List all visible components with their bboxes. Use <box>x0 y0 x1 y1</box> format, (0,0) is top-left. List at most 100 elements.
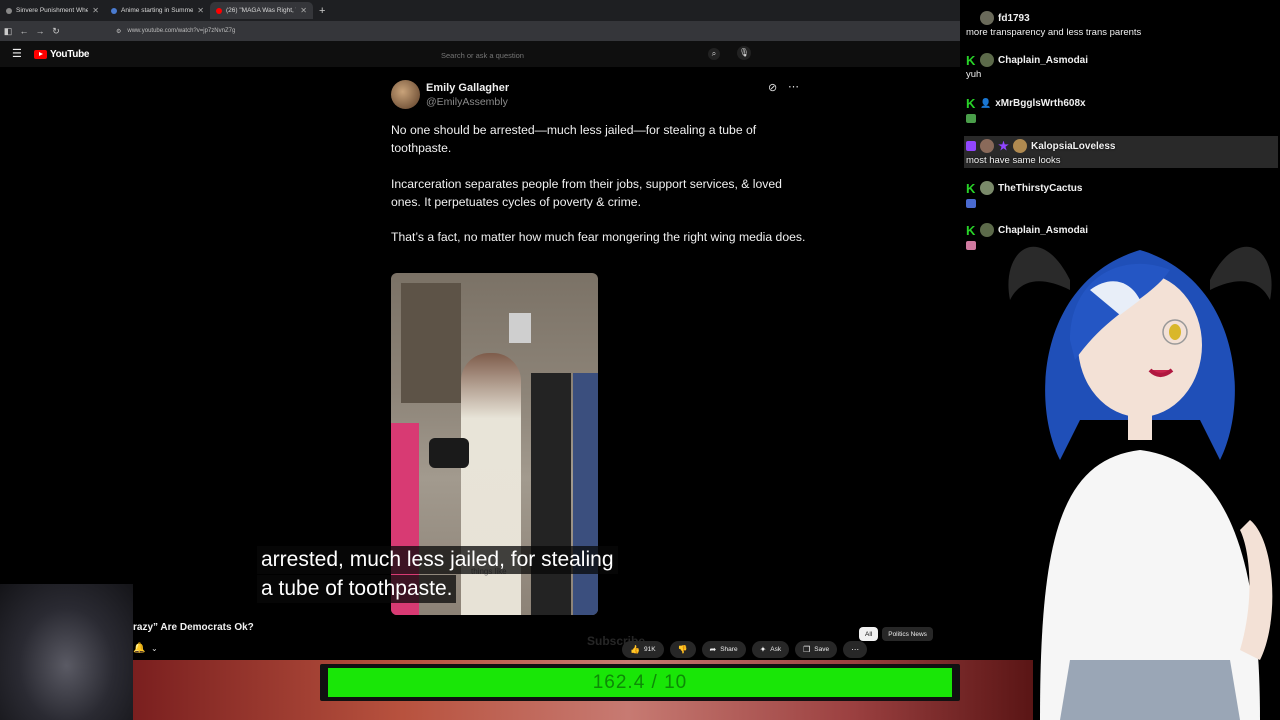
tweet-paragraph: Incarceration separates people from thei… <box>391 177 782 209</box>
more-actions-button[interactable]: ⋯ <box>843 641 868 658</box>
tab-favicon-icon <box>6 7 12 14</box>
bell-icon[interactable]: 🔔 <box>133 643 145 654</box>
neck <box>1128 410 1152 440</box>
search-icon[interactable]: ⌕ <box>708 48 720 60</box>
chat-text: yuh <box>966 69 982 80</box>
new-tab-icon[interactable]: + <box>319 5 325 17</box>
youtube-play-icon <box>34 50 47 59</box>
share-button[interactable]: ➦ Share <box>701 641 746 658</box>
url-field[interactable]: ⚙ www.youtube.com/watch?v=jp7zNvnZ7g <box>116 28 235 35</box>
user-avatar <box>1013 139 1027 153</box>
recommendation-chips: All Politics News <box>859 627 933 641</box>
user-avatar <box>980 139 994 153</box>
close-tab-icon[interactable]: ✕ <box>197 6 204 15</box>
chat-message: K 👤 xMrBgglsWrth608x <box>966 95 1274 123</box>
user-avatar <box>980 181 994 195</box>
search-input[interactable] <box>434 45 701 66</box>
author-handle: @EmilyAssembly <box>426 96 508 108</box>
chat-message: K TheThirstyCactus <box>966 180 1274 208</box>
youtube-favicon-icon <box>216 7 222 14</box>
more-icon: ⋯ <box>851 645 860 654</box>
dislike-button[interactable]: 👎 <box>669 641 696 658</box>
site-info-icon[interactable]: ⚙ <box>116 28 121 35</box>
kick-badge-icon: K <box>966 222 976 238</box>
photo-microphones <box>429 438 469 468</box>
youtube-header: ☰ YouTube ⌕ <box>0 41 960 67</box>
tab-title: Sinvere Punishment Wheel <box>16 7 89 14</box>
user-avatar <box>980 223 994 237</box>
sidebar-toggle-icon[interactable]: ◧ <box>0 26 16 37</box>
author-name: Emily Gallagher <box>426 82 510 94</box>
photo-building <box>401 283 461 403</box>
youtube-wordmark: YouTube <box>50 49 90 60</box>
chat-username: KalopsiaLoveless <box>1031 140 1116 152</box>
chevron-down-icon[interactable]: ⌄ <box>151 644 158 653</box>
chat-text: more transparency and less trans parents <box>966 27 1142 38</box>
user-avatar <box>980 11 994 25</box>
chat-message: K Chaplain_Asmodai yuh <box>966 52 1274 81</box>
search-box: ⌕ <box>434 45 728 66</box>
save-icon: ❐ <box>803 645 811 654</box>
ask-button[interactable]: ✦ Ask <box>751 641 790 658</box>
tab-title: (26) "MAGA Was Right, We Wer <box>226 7 296 14</box>
caption-box: arrested, much less jailed, for stealing… <box>257 546 618 603</box>
horn-right <box>1210 246 1272 300</box>
grok-icon: ⊘ <box>768 82 778 94</box>
tab-favicon-icon <box>111 7 117 14</box>
chat-emote <box>966 241 976 250</box>
browser-tab[interactable]: Anime starting in Summer 2025 ✕ <box>105 2 210 19</box>
close-tab-icon[interactable]: ✕ <box>300 6 307 15</box>
vtuber-avatar <box>1008 246 1273 720</box>
forward-icon[interactable]: → <box>32 26 48 36</box>
user-icon: 👤 <box>980 97 992 108</box>
goal-bar-text: 162.4 / 10 <box>592 672 688 693</box>
ask-icon: ✦ <box>759 645 767 654</box>
save-button[interactable]: ❐ Save <box>795 641 838 658</box>
close-tab-icon[interactable]: ✕ <box>92 6 99 15</box>
twitch-badge-icon <box>966 141 976 151</box>
mouth <box>1148 368 1174 377</box>
video-title: razy” Are Democrats Ok? <box>133 622 254 633</box>
chat-username: TheThirstyCactus <box>998 182 1083 194</box>
reload-icon[interactable]: ↻ <box>48 26 64 37</box>
chat-username: fd1793 <box>998 12 1030 24</box>
tweet-paragraph: No one should be arrested—much less jail… <box>391 123 757 155</box>
share-icon: ➦ <box>709 645 717 654</box>
chat-emote <box>966 199 976 208</box>
share-label: Share <box>720 646 738 653</box>
chat-message: K fd1793 more transparency and less tran… <box>966 10 1274 38</box>
youtube-logo[interactable]: YouTube <box>34 49 90 60</box>
like-count: 91K <box>643 646 656 653</box>
webcam-overlay <box>0 584 133 720</box>
eye <box>1169 324 1181 340</box>
chat-username: xMrBgglsWrth608x <box>995 97 1086 109</box>
like-icon: 👍 <box>630 645 640 654</box>
more-options-icon: ⋯ <box>788 81 800 93</box>
browser-tab[interactable]: Sinvere Punishment Wheel ✕ <box>0 2 105 19</box>
caption-line: arrested, much less jailed, for stealing <box>257 546 618 574</box>
ask-label: Ask <box>770 646 782 653</box>
jeans <box>1060 660 1240 720</box>
url-text: www.youtube.com/watch?v=jp7zNvnZ7g <box>127 28 236 34</box>
kick-badge-icon: K <box>966 180 976 196</box>
browser-tab-active[interactable]: (26) "MAGA Was Right, We Wer ✕ <box>210 2 313 19</box>
video-action-row: 👍 91K 👎 ➦ Share ✦ Ask ❐ Save ⋯ <box>622 641 868 658</box>
dislike-icon: 👎 <box>677 645 688 654</box>
browser-tab-bar: Sinvere Punishment Wheel ✕ Anime startin… <box>0 0 960 21</box>
menu-icon[interactable]: ☰ <box>12 47 22 60</box>
kick-badge-icon: K <box>966 95 976 111</box>
kick-badge-icon: K <box>966 52 976 68</box>
chip-all[interactable]: All <box>859 627 879 641</box>
caption-line: a tube of toothpaste. <box>257 575 457 603</box>
chip-politics-news[interactable]: Politics News <box>882 627 933 641</box>
like-button[interactable]: 👍 91K <box>622 641 664 658</box>
chat-username: Chaplain_Asmodai <box>998 54 1089 66</box>
microphone-icon[interactable]: 🎙 <box>737 46 751 60</box>
horn-left <box>1008 246 1070 300</box>
tab-title: Anime starting in Summer 2025 <box>121 7 194 14</box>
chat-emote <box>966 114 976 123</box>
photo-window <box>509 313 531 343</box>
address-bar-row: ◧ ← → ↻ ⚙ www.youtube.com/watch?v=jp7zNv… <box>0 21 960 41</box>
back-icon[interactable]: ← <box>16 26 32 36</box>
author-avatar <box>391 80 420 109</box>
